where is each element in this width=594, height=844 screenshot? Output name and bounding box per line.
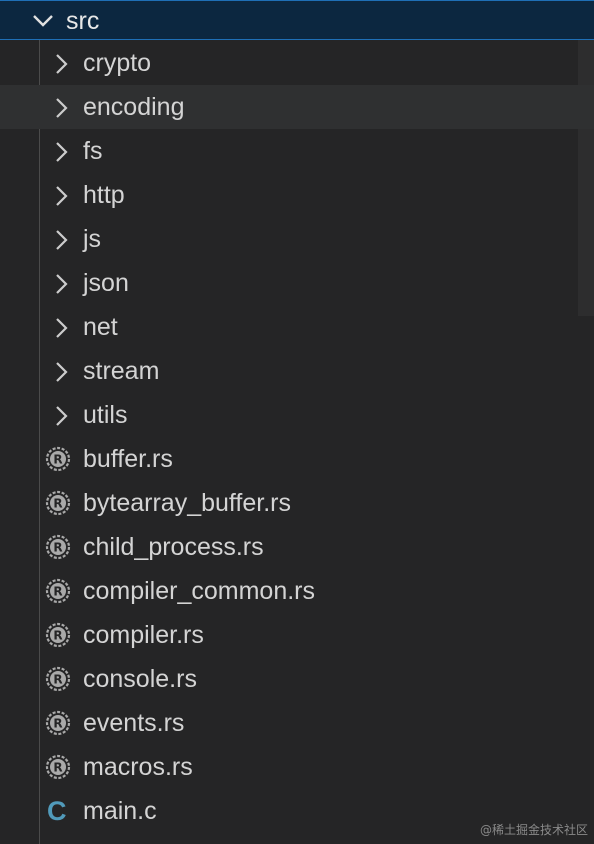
- folder-label: json: [83, 269, 129, 297]
- svg-text:R: R: [53, 497, 62, 511]
- svg-text:R: R: [53, 673, 62, 687]
- watermark: @稀土掘金技术社区: [479, 823, 588, 837]
- folder-label: net: [83, 313, 118, 341]
- svg-text:R: R: [53, 541, 62, 555]
- chevron-right-icon[interactable]: [52, 261, 72, 305]
- file-label: events.rs: [83, 709, 185, 737]
- svg-text:R: R: [53, 585, 62, 599]
- folder-label: crypto: [83, 49, 152, 77]
- folder-label: utils: [83, 401, 128, 429]
- file-events-rs[interactable]: R events.rs: [0, 701, 594, 745]
- folder-src[interactable]: src: [0, 0, 594, 40]
- file-compiler-rs[interactable]: R compiler.rs: [0, 613, 594, 657]
- rust-file-icon: R: [45, 490, 71, 516]
- file-label: buffer.rs: [83, 445, 173, 473]
- chevron-right-icon[interactable]: [52, 41, 72, 85]
- chevron-down-icon[interactable]: [30, 9, 56, 33]
- folder-stream[interactable]: stream: [0, 349, 594, 393]
- file-label: macros.rs: [83, 753, 193, 781]
- chevron-right-icon[interactable]: [52, 393, 72, 437]
- file-macros-rs[interactable]: R macros.rs: [0, 745, 594, 789]
- folder-json[interactable]: json: [0, 261, 594, 305]
- file-explorer: src crypto encoding fs http js json net …: [0, 0, 594, 844]
- file-buffer-rs[interactable]: R buffer.rs: [0, 437, 594, 481]
- file-label: console.rs: [83, 665, 197, 693]
- rust-file-icon: R: [45, 710, 71, 736]
- folder-fs[interactable]: fs: [0, 129, 594, 173]
- svg-text:R: R: [53, 717, 62, 731]
- folder-js[interactable]: js: [0, 217, 594, 261]
- chevron-right-icon[interactable]: [52, 173, 72, 217]
- folder-http[interactable]: http: [0, 173, 594, 217]
- file-label: bytearray_buffer.rs: [83, 489, 291, 517]
- rust-file-icon: R: [45, 446, 71, 472]
- svg-text:R: R: [53, 453, 62, 467]
- folder-utils[interactable]: utils: [0, 393, 594, 437]
- svg-text:R: R: [53, 629, 62, 643]
- folder-label: stream: [83, 357, 160, 385]
- rust-file-icon: R: [45, 666, 71, 692]
- file-console-rs[interactable]: R console.rs: [0, 657, 594, 701]
- rust-file-icon: R: [45, 578, 71, 604]
- file-child-process-rs[interactable]: R child_process.rs: [0, 525, 594, 569]
- folder-encoding[interactable]: encoding: [0, 85, 594, 129]
- folder-crypto[interactable]: crypto: [0, 41, 594, 85]
- chevron-right-icon[interactable]: [52, 85, 72, 129]
- chevron-right-icon[interactable]: [52, 349, 72, 393]
- folder-label: src: [66, 7, 100, 35]
- file-label: compiler_common.rs: [83, 577, 316, 605]
- file-bytearray-buffer-rs[interactable]: R bytearray_buffer.rs: [0, 481, 594, 525]
- file-label: main.c: [83, 797, 157, 825]
- rust-file-icon: R: [45, 534, 71, 560]
- folder-label: fs: [83, 137, 103, 165]
- chevron-right-icon[interactable]: [52, 217, 72, 261]
- chevron-right-icon[interactable]: [52, 129, 72, 173]
- folder-label: encoding: [83, 93, 185, 121]
- folder-net[interactable]: net: [0, 305, 594, 349]
- rust-file-icon: R: [45, 622, 71, 648]
- folder-label: http: [83, 181, 125, 209]
- chevron-right-icon[interactable]: [52, 305, 72, 349]
- rust-file-icon: R: [45, 754, 71, 780]
- c-file-icon: C: [47, 796, 67, 826]
- file-compiler-common-rs[interactable]: R compiler_common.rs: [0, 569, 594, 613]
- folder-label: js: [83, 225, 102, 253]
- svg-text:R: R: [53, 761, 62, 775]
- file-label: child_process.rs: [83, 533, 264, 561]
- file-label: compiler.rs: [83, 621, 204, 649]
